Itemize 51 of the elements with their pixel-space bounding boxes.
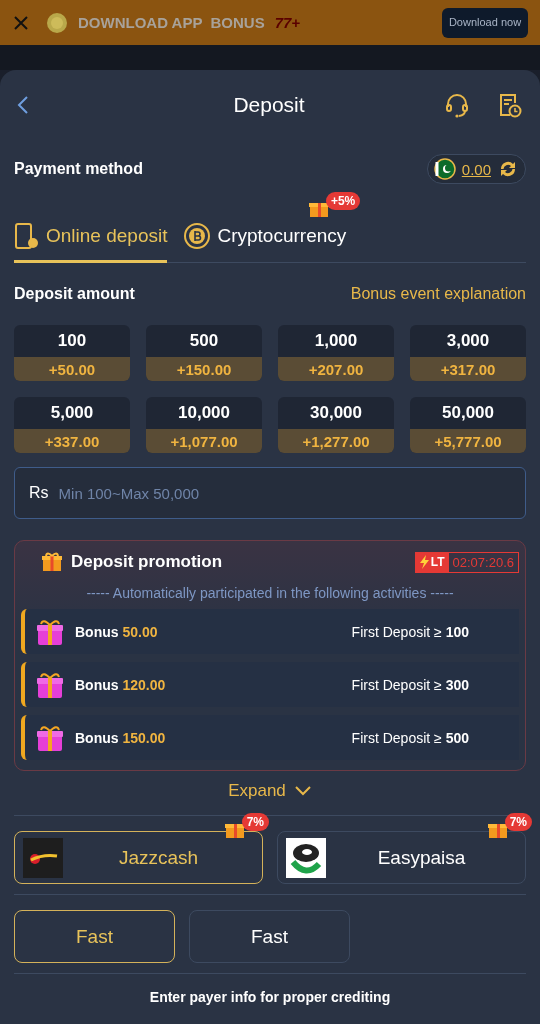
section-label: Payment method bbox=[14, 160, 143, 178]
amount-option[interactable]: 1,000 +207.00 bbox=[278, 325, 394, 381]
phone-icon bbox=[14, 222, 40, 250]
bonus-badge: 7% bbox=[241, 813, 269, 831]
gift-icon bbox=[41, 551, 63, 573]
bonus-amount: Bonus 50.00 bbox=[75, 623, 159, 640]
amount-option[interactable]: 3,000 +317.00 bbox=[410, 325, 526, 381]
amount-option[interactable]: 500 +150.00 bbox=[146, 325, 262, 381]
wallet-logo-icon bbox=[286, 837, 326, 878]
chevron-down-icon bbox=[293, 785, 312, 797]
bonus-condition: First Deposit ≥ 100 bbox=[351, 623, 469, 640]
page-title: Deposit bbox=[232, 93, 306, 117]
bonus-badge: +5% bbox=[325, 192, 361, 210]
channel-button[interactable]: Fast bbox=[14, 910, 175, 963]
download-button[interactable]: Download now bbox=[442, 7, 528, 38]
amount-input[interactable]: Min 100~Max 50,000 bbox=[56, 483, 511, 503]
tab[interactable]: Online deposit bbox=[14, 222, 168, 263]
channel-button[interactable]: Fast bbox=[189, 910, 350, 963]
bonus-amount: Bonus 150.00 bbox=[75, 729, 167, 746]
amount-option[interactable]: 100 +50.00 bbox=[14, 325, 130, 381]
coin-icon bbox=[46, 11, 68, 34]
countdown-timer: 02:07:20.6 bbox=[451, 553, 515, 572]
currency-label: Rs bbox=[29, 484, 49, 502]
banner-text: DOWNLOAD APP BONUS bbox=[78, 14, 265, 31]
bonus-badge: 7% bbox=[504, 813, 532, 831]
wallet-logo-icon bbox=[23, 837, 63, 878]
balance-amount: 0.00 bbox=[461, 160, 491, 178]
lightning-icon bbox=[419, 555, 429, 569]
amount-field[interactable]: Rs Min 100~Max 50,000 bbox=[14, 467, 526, 519]
promotion-title: Deposit promotion bbox=[71, 552, 223, 572]
amount-option[interactable]: 50,000 +5,777.00 bbox=[410, 397, 526, 453]
coin-icon bbox=[183, 222, 212, 250]
promotion-subtitle: ----- Automatically participated in the following activities ----- bbox=[85, 585, 455, 601]
expand-button[interactable]: Expand bbox=[222, 777, 318, 805]
payment-method-button[interactable]: Easypaisa bbox=[277, 831, 526, 884]
flag-icon bbox=[433, 158, 456, 180]
headset-icon[interactable] bbox=[444, 92, 470, 118]
bonus-condition: First Deposit ≥ 300 bbox=[351, 676, 469, 693]
amount-option[interactable]: 10,000 +1,077.00 bbox=[146, 397, 262, 453]
bonus-condition: First Deposit ≥ 500 bbox=[351, 729, 469, 746]
amount-option[interactable]: 5,000 +337.00 bbox=[14, 397, 130, 453]
close-icon[interactable] bbox=[12, 13, 30, 32]
payer-info-note: Enter payer info for proper crediting bbox=[148, 989, 392, 1005]
back-icon[interactable] bbox=[16, 95, 30, 115]
section-label: Deposit amount bbox=[14, 285, 135, 303]
payment-method-button[interactable]: Jazzcash bbox=[14, 831, 263, 884]
bonus-amount: Bonus 120.00 bbox=[75, 676, 167, 693]
lt-tag: LT bbox=[415, 552, 449, 572]
bonus-explanation-link[interactable]: Bonus event explanation bbox=[350, 285, 526, 303]
bonus-amount: 77+ bbox=[274, 14, 302, 31]
amount-option[interactable]: 30,000 +1,277.00 bbox=[278, 397, 394, 453]
